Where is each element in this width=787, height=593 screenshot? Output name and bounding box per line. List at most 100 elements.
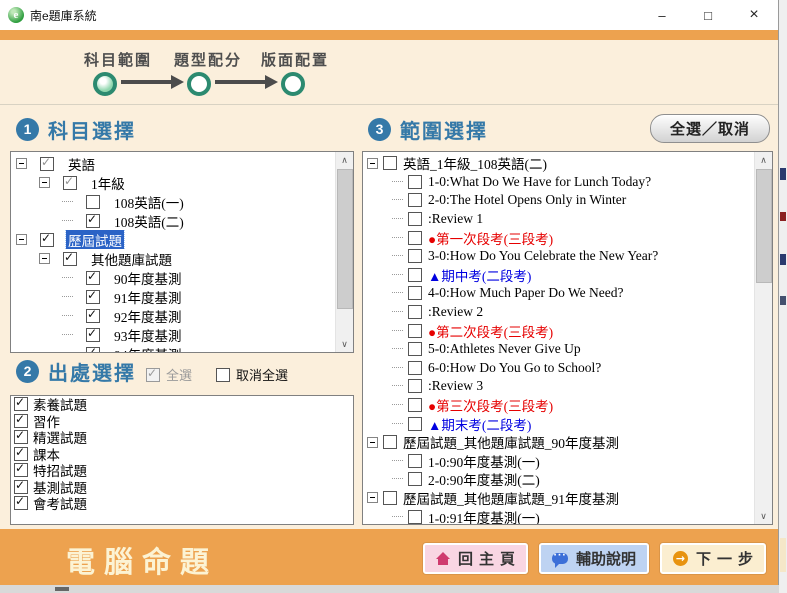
scroll-up-icon[interactable]: ∧ — [336, 152, 353, 168]
tree-node-label[interactable]: 歷屆試題_其他題庫試題_90年度基測 — [401, 433, 621, 452]
checkbox[interactable] — [14, 463, 28, 477]
tree-row[interactable]: 2-0:The Hotel Opens Only in Winter — [363, 191, 755, 210]
tree-row[interactable]: 91年度基測 — [11, 287, 336, 306]
step-circle-1-active[interactable] — [93, 72, 117, 96]
tree-node-label[interactable]: 英語 — [66, 154, 97, 173]
checkbox[interactable] — [86, 271, 100, 285]
checkbox[interactable] — [86, 290, 100, 304]
expander-minus-icon[interactable] — [16, 158, 27, 169]
tree-node-label[interactable]: ●第一次段考(三段考) — [426, 228, 555, 247]
tree-row[interactable]: ●第一次段考(三段考) — [363, 228, 755, 247]
tree-row[interactable]: 3-0:How Do You Celebrate the New Year? — [363, 247, 755, 266]
checkbox[interactable] — [383, 435, 397, 449]
tree-node-label[interactable]: 91年度基測 — [112, 287, 184, 306]
tree-row[interactable]: 1年級 — [11, 173, 336, 192]
tree-row[interactable]: :Review 3 — [363, 377, 755, 396]
checkbox[interactable] — [408, 305, 422, 319]
tree-row[interactable]: 5-0:Athletes Never Give Up — [363, 340, 755, 359]
tree-row[interactable]: :Review 2 — [363, 303, 755, 322]
tree-node-label[interactable]: 1-0:91年度基測(一) — [426, 507, 542, 525]
checkbox[interactable] — [408, 286, 422, 300]
checkbox[interactable] — [408, 361, 422, 375]
tree-row[interactable]: ●第二次段考(三段考) — [363, 321, 755, 340]
vertical-scrollbar[interactable]: ∧ ∨ — [754, 152, 772, 524]
tree-node-label[interactable]: 5-0:Athletes Never Give Up — [426, 341, 583, 357]
checkbox[interactable] — [408, 324, 422, 338]
tree-node-label[interactable]: 1-0:90年度基測(一) — [426, 452, 542, 471]
step-circle-3[interactable] — [281, 72, 305, 96]
checkbox[interactable] — [408, 510, 422, 524]
checkbox[interactable] — [408, 417, 422, 431]
tree-node-label[interactable]: :Review 2 — [426, 304, 485, 320]
tree-row[interactable]: 94年度基測 — [11, 344, 336, 353]
tree-row[interactable]: 英語_1年級_108英語(二) — [363, 154, 755, 173]
tree-node-label[interactable]: 4-0:How Much Paper Do We Need? — [426, 285, 626, 301]
scroll-up-icon[interactable]: ∧ — [755, 152, 772, 168]
tree-node-label[interactable]: 英語_1年級_108英語(二) — [401, 154, 549, 173]
vertical-scrollbar[interactable]: ∧ ∨ — [335, 152, 353, 352]
expander-minus-icon[interactable] — [367, 437, 378, 448]
tree-node-label[interactable]: 1-0:What Do We Have for Lunch Today? — [426, 174, 653, 190]
tree-node-label[interactable]: 1年級 — [89, 173, 127, 192]
checkbox[interactable] — [14, 496, 28, 510]
checkbox[interactable] — [14, 447, 28, 461]
tree-row[interactable]: 93年度基測 — [11, 325, 336, 344]
tree-row[interactable]: 108英語(二) — [11, 211, 336, 230]
scroll-down-icon[interactable]: ∨ — [755, 508, 772, 524]
home-button[interactable]: 回主頁 — [423, 543, 528, 574]
checkbox[interactable] — [14, 397, 28, 411]
list-item[interactable]: 精選試題 — [11, 429, 353, 446]
tree-row[interactable]: 2-0:90年度基測(二) — [363, 470, 755, 489]
minimize-icon[interactable]: – — [639, 0, 685, 30]
tree-row[interactable]: 6-0:How Do You Go to School? — [363, 359, 755, 378]
checkbox[interactable] — [408, 454, 422, 468]
tree-row[interactable]: 其他題庫試題 — [11, 249, 336, 268]
checkbox[interactable] — [40, 233, 54, 247]
tree-node-label[interactable]: 94年度基測 — [112, 344, 184, 353]
checkbox[interactable] — [86, 214, 100, 228]
checkbox[interactable] — [86, 347, 100, 354]
checkbox[interactable] — [408, 212, 422, 226]
checkbox[interactable] — [408, 175, 422, 189]
list-item[interactable]: 素養試題 — [11, 396, 353, 413]
tree-node-label[interactable]: ▲期末考(二段考) — [426, 414, 533, 433]
tree-node-label[interactable]: ●第三次段考(三段考) — [426, 396, 555, 415]
checkbox[interactable] — [383, 156, 397, 170]
tree-row[interactable]: 歷屆試題_其他題庫試題_91年度基測 — [363, 489, 755, 508]
expander-minus-icon[interactable] — [39, 253, 50, 264]
tree-row[interactable]: :Review 1 — [363, 210, 755, 229]
tree-row[interactable]: ▲期中考(二段考) — [363, 266, 755, 285]
tree-node-label[interactable]: 92年度基測 — [112, 306, 184, 325]
tree-node-label[interactable]: 3-0:How Do You Celebrate the New Year? — [426, 248, 660, 264]
expander-minus-icon[interactable] — [367, 158, 378, 169]
checkbox[interactable] — [86, 309, 100, 323]
checkbox[interactable] — [408, 268, 422, 282]
checkbox[interactable] — [383, 491, 397, 505]
checkbox[interactable] — [408, 231, 422, 245]
tree-row[interactable]: 1-0:90年度基測(一) — [363, 452, 755, 471]
tree-row[interactable]: 歷屆試題 — [11, 230, 336, 249]
expander-minus-icon[interactable] — [16, 234, 27, 245]
step-circle-2[interactable] — [187, 72, 211, 96]
checkbox[interactable] — [14, 414, 28, 428]
help-button[interactable]: 輔助說明 — [539, 543, 649, 574]
tree-row[interactable]: 4-0:How Much Paper Do We Need? — [363, 284, 755, 303]
tree-row[interactable]: 1-0:What Do We Have for Lunch Today? — [363, 173, 755, 192]
checkbox[interactable] — [86, 195, 100, 209]
tree-node-label[interactable]: 6-0:How Do You Go to School? — [426, 360, 603, 376]
next-step-button[interactable]: → 下一步 — [660, 543, 766, 574]
maximize-icon[interactable]: □ — [685, 0, 731, 30]
checkbox[interactable] — [14, 430, 28, 444]
tree-row[interactable]: 英語 — [11, 154, 336, 173]
checkbox[interactable] — [408, 472, 422, 486]
checkbox[interactable] — [408, 379, 422, 393]
expander-minus-icon[interactable] — [39, 177, 50, 188]
checkbox[interactable] — [14, 480, 28, 494]
tree-node-label[interactable]: 歷屆試題 — [66, 230, 124, 249]
checkbox[interactable] — [408, 342, 422, 356]
tree-node-label[interactable]: 其他題庫試題 — [89, 249, 174, 268]
tree-node-label[interactable]: 2-0:The Hotel Opens Only in Winter — [426, 192, 628, 208]
select-all-toggle-button[interactable]: 全選／取消 — [650, 114, 770, 143]
checkbox[interactable] — [40, 157, 54, 171]
checkbox[interactable] — [63, 252, 77, 266]
